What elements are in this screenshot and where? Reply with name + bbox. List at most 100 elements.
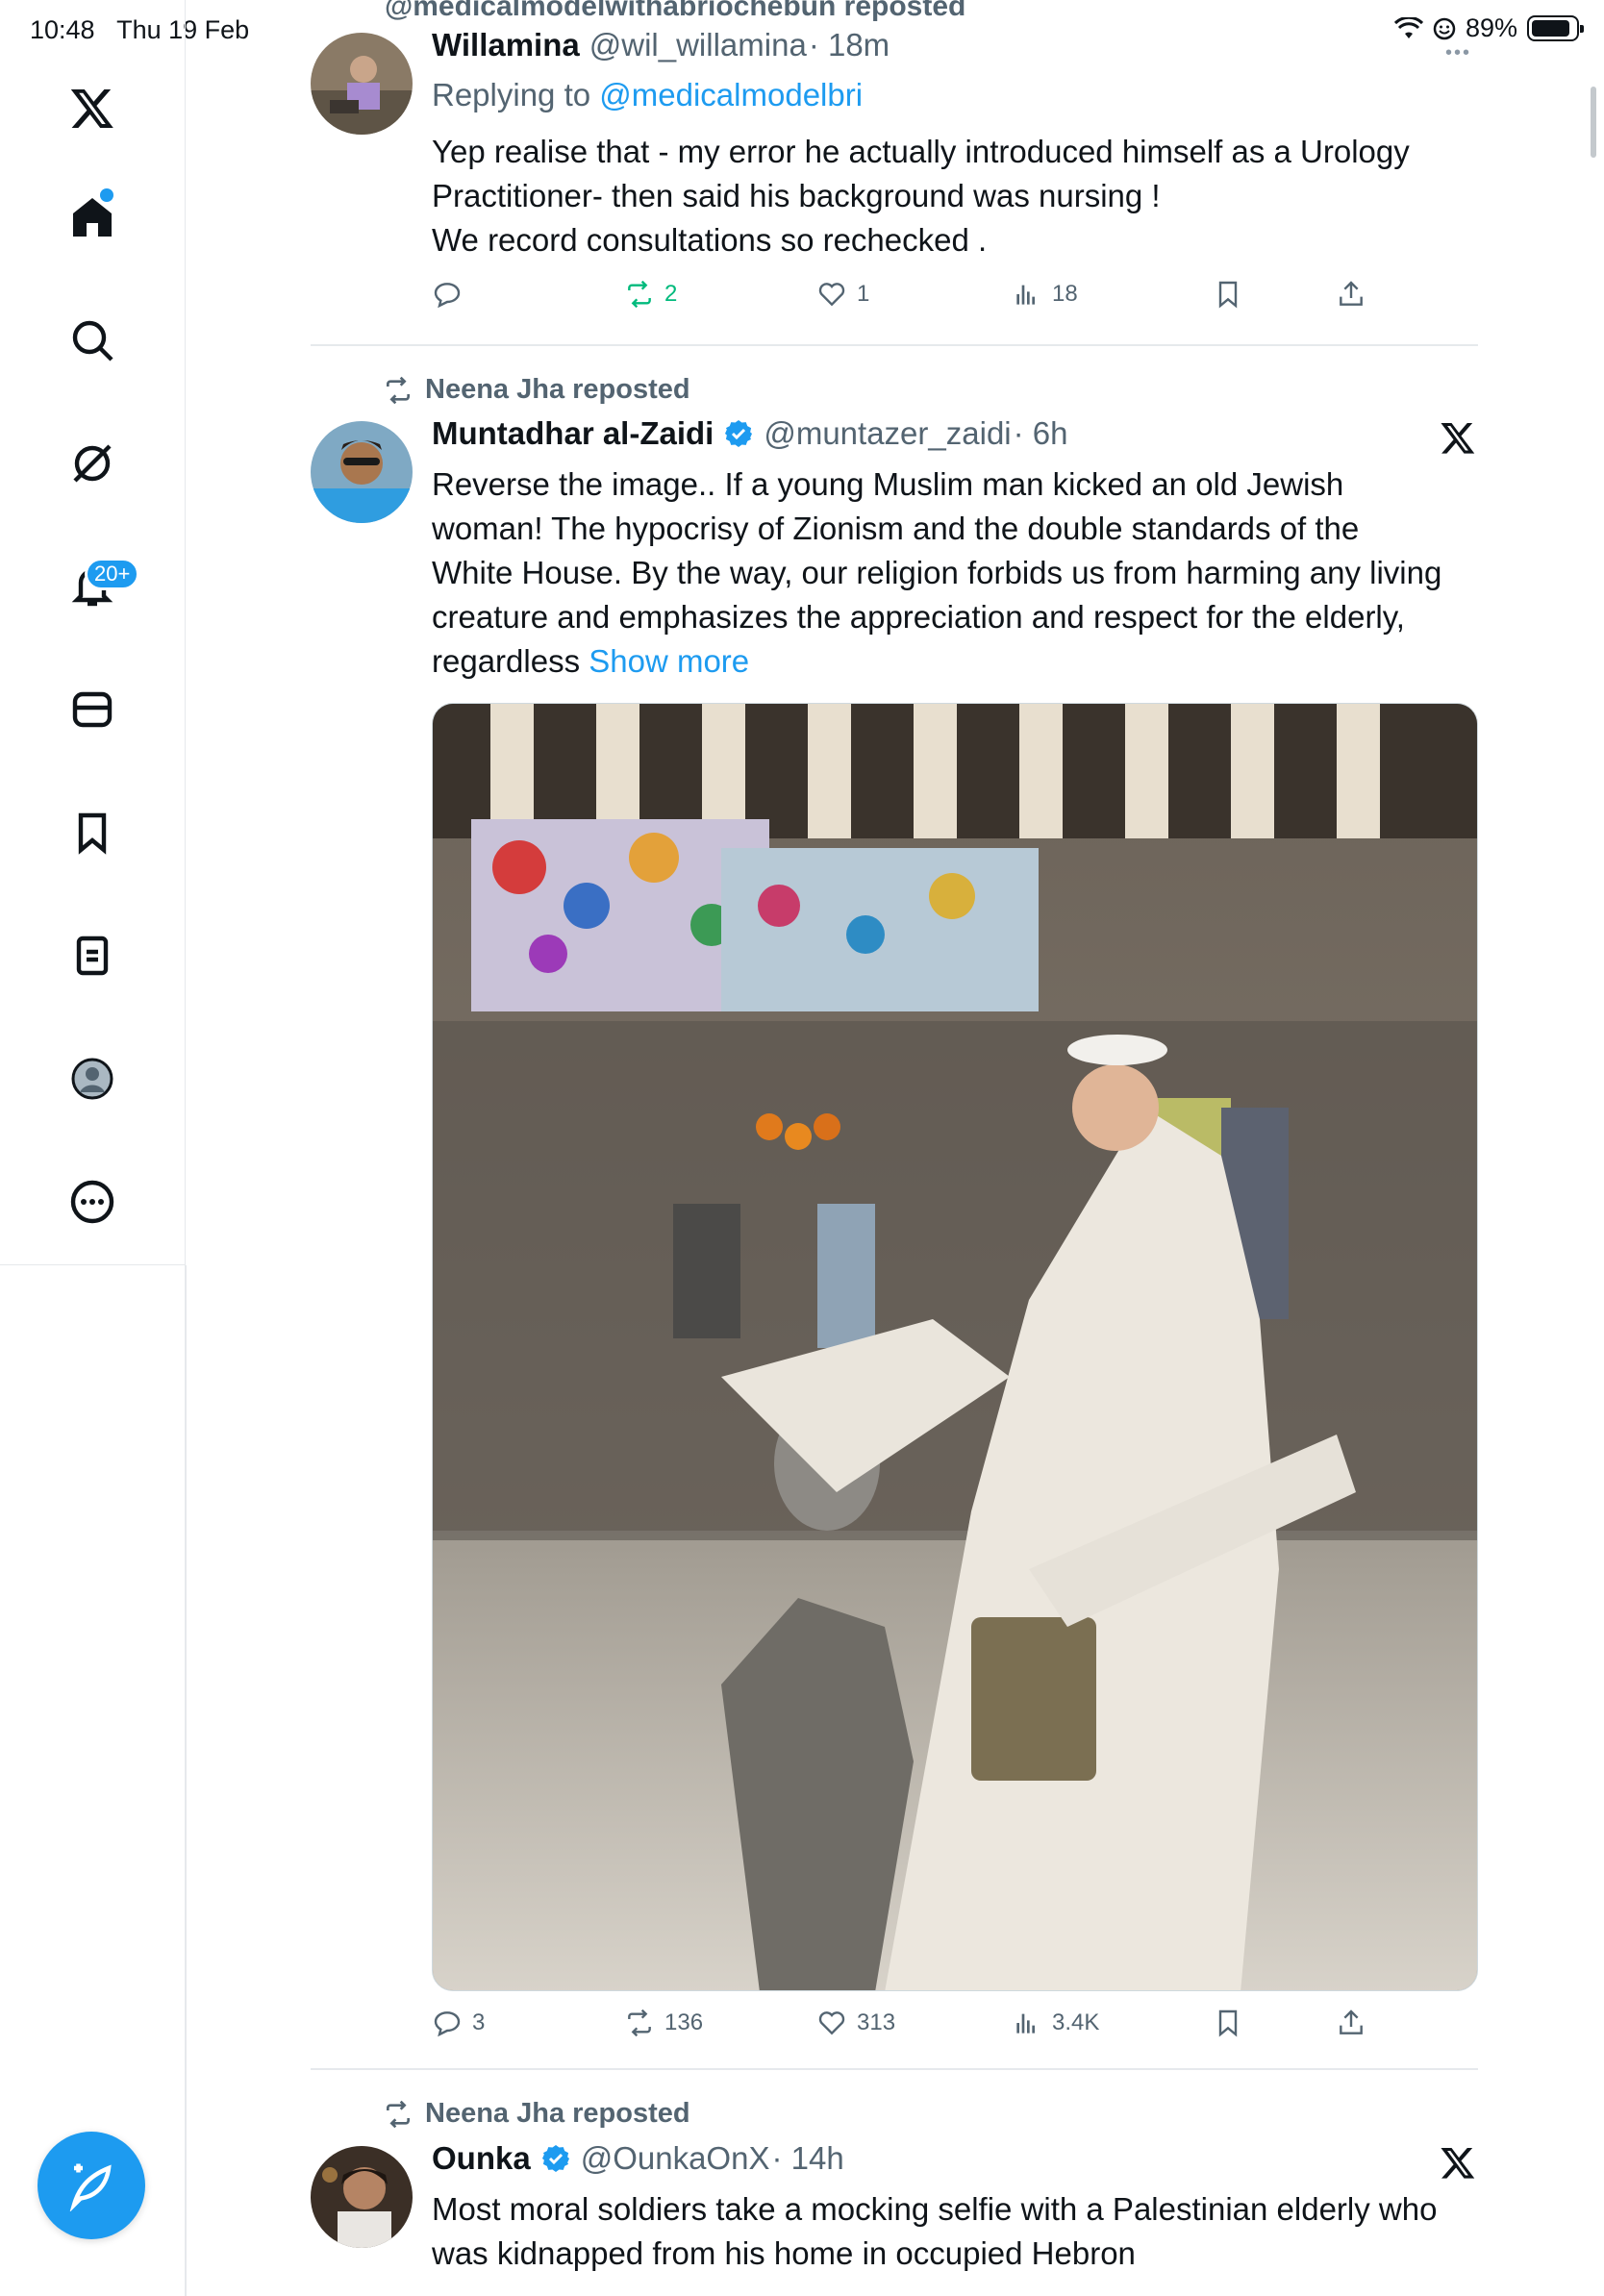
tweet-2-text-line-last: regardless Show more [432, 639, 1441, 684]
repost-button[interactable]: 136 [624, 2008, 703, 2038]
tweet-2-header: Muntadhar al-Zaidi @muntazer_zaidi · 6h [432, 415, 1068, 452]
lists-icon[interactable] [63, 927, 121, 985]
like-button[interactable]: 1 [816, 279, 869, 310]
tweet-2-repost-label: Neena Jha reposted [383, 374, 690, 406]
tweet-3-text-line: was kidnapped from his home in occupied … [432, 2235, 1136, 2271]
tweet-2-text-line: Reverse the image.. If a young Muslim ma… [432, 466, 1344, 502]
tweet-3-repost-text[interactable]: Neena Jha reposted [425, 2098, 690, 2130]
share-button[interactable] [1336, 2008, 1366, 2038]
show-more-link[interactable]: Show more [589, 643, 749, 679]
tweet-2-repost-text[interactable]: Neena Jha reposted [425, 374, 690, 406]
tweet-1-author-name[interactable]: Willamina [432, 27, 580, 63]
tweet-2-time[interactable]: · 6h [1014, 415, 1068, 452]
tweet-2-avatar[interactable] [311, 421, 413, 523]
tweet-3-avatar[interactable] [311, 2146, 413, 2248]
messages-icon[interactable] [63, 681, 121, 738]
repost-icon [628, 280, 651, 309]
verified-badge-icon [725, 420, 753, 447]
heart-icon [818, 2011, 845, 2035]
x-logo-icon[interactable] [63, 79, 121, 137]
views-chart-icon [1016, 2013, 1035, 2034]
home-unread-dot [100, 188, 113, 202]
bookmark-button[interactable] [1213, 279, 1243, 310]
grok-icon[interactable] [63, 435, 121, 492]
tweet-1-header: Willamina @wil_willamina · 18m [432, 27, 890, 63]
multitasking-dots-icon[interactable]: ••• [1445, 42, 1471, 64]
share-button[interactable] [1336, 279, 1366, 310]
repost-count: 136 [664, 2009, 704, 2035]
status-indicators: 89% [1393, 13, 1584, 43]
tweet-1-text-line: Yep realise that - my error he actually … [432, 134, 1410, 169]
like-count: 1 [857, 281, 870, 307]
battery-fill [1532, 20, 1570, 37]
tweet-1-time[interactable]: · 18m [809, 27, 890, 63]
more-options-icon[interactable] [63, 1173, 121, 1231]
tweet-divider [311, 344, 1478, 346]
repost-icon [387, 376, 410, 404]
tweet-3-repost-label: Neena Jha reposted [383, 2098, 690, 2130]
notifications-badge: 20+ [85, 558, 140, 590]
tweet-2-text-line: regardless [432, 643, 581, 679]
repost-icon [387, 2100, 410, 2128]
views-count: 18 [1052, 281, 1078, 307]
tweet-1-replying-label: Replying to [432, 77, 591, 112]
tweet-3-time[interactable]: · 14h [771, 2140, 843, 2177]
reply-button[interactable]: 3 [432, 2008, 485, 2038]
repost-count: 2 [664, 281, 678, 307]
tweet-1-repost-text: @medicalmodelwithabriochebun reposted [385, 0, 966, 22]
share-icon [1340, 2009, 1363, 2034]
like-button[interactable]: 313 [816, 2008, 895, 2038]
tweet-3-text: Most moral soldiers take a mocking selfi… [432, 2187, 1437, 2276]
views-button[interactable]: 18 [1012, 279, 1078, 310]
repost-icon [628, 2009, 651, 2037]
scrollbar[interactable] [1591, 87, 1596, 158]
tweet-3-handle[interactable]: @OunkaOnX [581, 2140, 770, 2177]
tweet-2-text-line: woman! The hypocrisy of Zionism and the … [432, 511, 1360, 546]
tweet-1-replying-handle[interactable]: @medicalmodelbri [599, 77, 863, 112]
reply-count: 3 [472, 2009, 486, 2035]
sidebar-border [185, 1265, 187, 2296]
profile-avatar-icon[interactable] [63, 1050, 121, 1108]
tweet-1-actions: 2 1 18 [432, 279, 1393, 321]
tweet-1-replying-to: Replying to @medicalmodelbri [432, 77, 863, 113]
x-logo-icon [1441, 422, 1475, 454]
reply-icon [434, 283, 461, 309]
repost-button[interactable]: 2 [624, 279, 677, 310]
battery-icon [1527, 15, 1584, 41]
battery-percent: 89% [1465, 13, 1517, 42]
bookmark-icon [1218, 2009, 1238, 2037]
tweet-3-header: Ounka @OunkaOnX · 14h [432, 2140, 844, 2177]
bookmark-icon [1218, 281, 1238, 309]
bookmark-button[interactable] [1213, 2008, 1243, 2038]
tweet-3-text-line: Most moral soldiers take a mocking selfi… [432, 2191, 1438, 2227]
tweet-1-text-line: Practitioner- then said his background w… [432, 178, 1161, 213]
focus-mode-icon [1433, 17, 1456, 39]
heart-icon [818, 283, 845, 307]
tweet-1-avatar[interactable] [311, 33, 413, 135]
compose-post-button[interactable] [38, 2132, 145, 2239]
views-count: 3.4K [1052, 2009, 1100, 2035]
search-icon[interactable] [63, 312, 121, 369]
tweet-1-repost-label: @medicalmodelwithabriochebun reposted [385, 0, 965, 23]
verified-badge-icon [541, 2145, 569, 2172]
compose-feather-icon [69, 2163, 112, 2211]
tweet-2-actions: 3 136 313 3.4K [432, 2008, 1393, 2050]
tweet-1-handle[interactable]: @wil_willamina [589, 27, 807, 63]
tweet-1-text-line: We record consultations so rechecked . [432, 222, 988, 258]
x-logo-icon [1441, 2147, 1475, 2179]
tweet-2-author-name[interactable]: Muntadhar al-Zaidi [432, 415, 714, 452]
tweet-2-text: Reverse the image.. If a young Muslim ma… [432, 462, 1441, 684]
tweet-2-text-line: White House. By the way, our religion fo… [432, 555, 1442, 590]
tweet-2-handle[interactable]: @muntazer_zaidi [764, 415, 1011, 452]
tweet-3-author-name[interactable]: Ounka [432, 2140, 531, 2177]
reply-button[interactable] [432, 279, 472, 310]
reply-icon [434, 2011, 461, 2037]
tweet-divider [311, 2068, 1478, 2070]
views-button[interactable]: 3.4K [1012, 2008, 1099, 2038]
like-count: 313 [857, 2009, 896, 2035]
bookmarks-icon[interactable] [63, 804, 121, 861]
wifi-icon [1393, 16, 1423, 38]
tweet-2-text-line: creature and emphasizes the appreciation… [432, 599, 1405, 635]
views-chart-icon [1016, 285, 1035, 305]
tweet-2-photo[interactable] [432, 703, 1478, 1991]
